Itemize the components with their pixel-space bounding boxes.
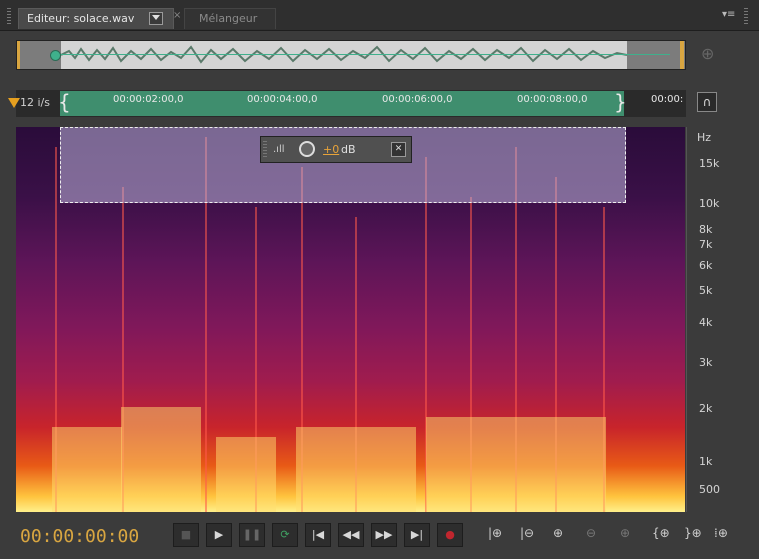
skip-end-icon: ▶|: [410, 528, 424, 541]
frequency-label: 10k: [699, 197, 720, 210]
range-end-bracket[interactable]: }: [614, 90, 627, 114]
frequency-label: 500: [699, 483, 720, 496]
panel-tab-bar: Editeur: solace.wav × Mélangeur ▾≡: [0, 0, 759, 31]
frequency-label: 15k: [699, 157, 720, 170]
overview-right-handle[interactable]: [680, 41, 684, 69]
zoom-in-right-icon[interactable]: }⊕: [684, 526, 702, 540]
time-tick-label: 00:00:02:00,0: [113, 94, 184, 105]
record-icon: ●: [445, 528, 455, 541]
tab-mixer[interactable]: Mélangeur: [184, 8, 276, 29]
play-button[interactable]: ▶: [206, 523, 232, 547]
current-time-display[interactable]: 00:00:00:00: [20, 526, 139, 547]
go-to-start-button[interactable]: |◀: [305, 523, 331, 547]
overview-silence-line: [58, 54, 670, 55]
pin-icon[interactable]: ✕: [391, 142, 406, 157]
stop-button[interactable]: ■: [173, 523, 199, 547]
magnet-icon[interactable]: ∩: [697, 92, 717, 112]
frequency-label: 8k: [699, 223, 713, 236]
file-dropdown-button[interactable]: [149, 12, 163, 25]
time-display-unit: 12 i/s: [20, 96, 50, 109]
tab-close-icon[interactable]: ×: [173, 10, 181, 21]
time-tick-label: 00:00:: [651, 94, 684, 105]
tab-editor-label: Editeur: solace.wav: [27, 12, 135, 25]
frequency-label: 7k: [699, 238, 713, 251]
loop-icon: ⟳: [280, 528, 290, 541]
time-tick-label: 00:00:06:00,0: [382, 94, 453, 105]
zoom-in-left-icon[interactable]: {⊕: [652, 526, 670, 540]
zoom-navigator-icon[interactable]: ⊕: [701, 44, 714, 63]
zoom-out-amplitude-icon[interactable]: |⊖: [520, 526, 534, 540]
panel-grip-right[interactable]: [744, 8, 748, 26]
frequency-label: 3k: [699, 356, 713, 369]
rewind-button[interactable]: ◀◀: [338, 523, 364, 547]
time-ruler[interactable]: 12 i/s { 00:00:02:00,0 00:00:04:00,0 00:…: [16, 90, 686, 117]
rewind-icon: ◀◀: [342, 528, 360, 541]
zoom-selection-icon[interactable]: ⁞⊕: [714, 526, 728, 540]
panel-menu-icon[interactable]: ▾≡: [722, 9, 735, 20]
time-tick-label: 00:00:08:00,0: [517, 94, 588, 105]
volume-value[interactable]: +0: [323, 143, 339, 156]
pause-icon: ❚❚: [242, 528, 262, 541]
volume-knob[interactable]: [299, 141, 315, 157]
level-meter-icon: .ıll: [273, 144, 285, 155]
frequency-label: Hz: [697, 131, 712, 144]
zoom-full-icon[interactable]: ⊕: [620, 526, 630, 540]
zoom-out-time-icon[interactable]: ⊖: [586, 526, 596, 540]
zoom-in-time-icon[interactable]: ⊕: [553, 526, 563, 540]
frequency-label: 5k: [699, 284, 713, 297]
time-tick-label: 00:00:04:00,0: [247, 94, 318, 105]
chevron-down-icon: [152, 15, 160, 20]
frequency-label: 2k: [699, 402, 713, 415]
range-start-bracket[interactable]: {: [58, 90, 71, 114]
tab-editor[interactable]: Editeur: solace.wav: [18, 8, 174, 29]
waveform-overview[interactable]: [16, 40, 686, 70]
hud-volume-control[interactable]: .ıll +0 dB ✕: [260, 136, 412, 163]
frequency-ruler[interactable]: Hz 15k 10k 8k 7k 6k 5k 4k 3k 2k 1k 500: [686, 127, 737, 512]
frequency-label: 1k: [699, 455, 713, 468]
zoom-in-amplitude-icon[interactable]: |⊕: [488, 526, 502, 540]
record-button[interactable]: ●: [437, 523, 463, 547]
playhead-marker-icon[interactable]: [8, 98, 20, 108]
time-ruler-visible-range[interactable]: { 00:00:02:00,0 00:00:04:00,0 00:00:06:0…: [58, 90, 627, 116]
hud-grip[interactable]: [263, 141, 267, 158]
skip-start-icon: |◀: [311, 528, 325, 541]
tab-mixer-label: Mélangeur: [199, 12, 258, 25]
panel-grip[interactable]: [7, 8, 11, 26]
overview-start-marker[interactable]: [50, 50, 61, 61]
frequency-label: 4k: [699, 316, 713, 329]
loop-button[interactable]: ⟳: [272, 523, 298, 547]
go-to-end-button[interactable]: ▶|: [404, 523, 430, 547]
spectral-frequency-display[interactable]: .ıll +0 dB ✕: [16, 127, 685, 512]
fast-forward-icon: ▶▶: [375, 528, 393, 541]
volume-unit: dB: [341, 143, 356, 156]
play-icon: ▶: [214, 528, 224, 541]
overview-waveform: [61, 45, 627, 64]
stop-icon: ■: [180, 528, 192, 541]
frequency-label: 6k: [699, 259, 713, 272]
pause-button[interactable]: ❚❚: [239, 523, 265, 547]
overview-left-handle[interactable]: [17, 41, 20, 69]
fast-forward-button[interactable]: ▶▶: [371, 523, 397, 547]
